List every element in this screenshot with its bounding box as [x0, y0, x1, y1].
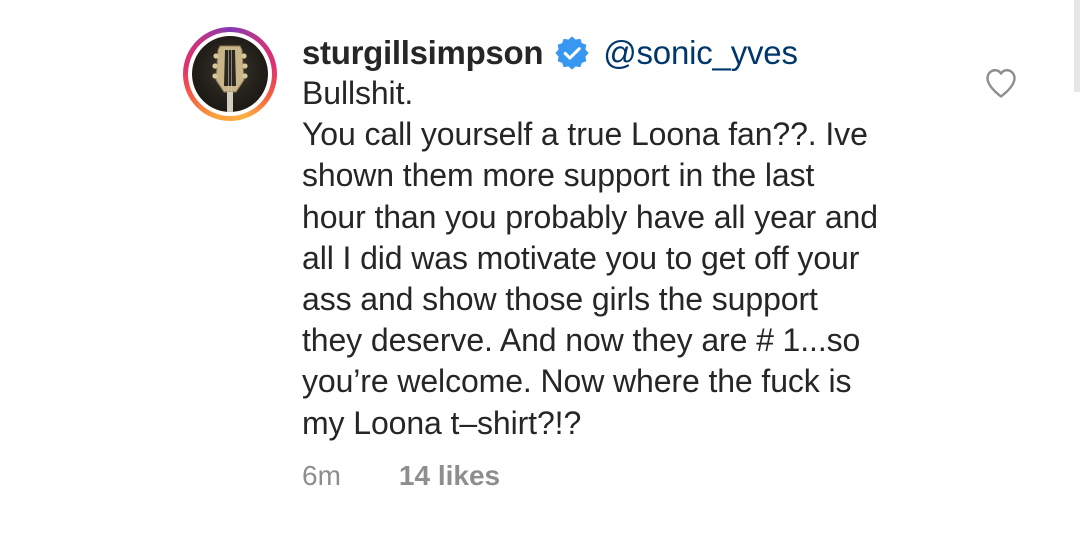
comment: sturgillsimpson @sonic_yves Bullshit. Yo…: [0, 0, 1080, 534]
heart-icon[interactable]: [983, 65, 1019, 101]
avatar[interactable]: [192, 36, 268, 112]
username-link[interactable]: sturgillsimpson: [302, 34, 544, 72]
avatar-ring-gap: [188, 32, 272, 116]
comment-meta: 6m 14 likes: [302, 458, 500, 494]
mention-link[interactable]: @sonic_yves: [603, 34, 798, 72]
comment-header: sturgillsimpson @sonic_yves: [302, 30, 798, 76]
likes-count-button[interactable]: 14 likes: [399, 460, 500, 492]
avatar-story-ring[interactable]: [183, 27, 277, 121]
comment-text: Bullshit. You call yourself a true Loona…: [302, 75, 878, 441]
scrollbar[interactable]: [1074, 0, 1080, 92]
comment-timestamp[interactable]: 6m: [302, 460, 341, 492]
guitar-headstock-icon: [212, 45, 248, 112]
verified-badge-icon: [555, 36, 589, 70]
